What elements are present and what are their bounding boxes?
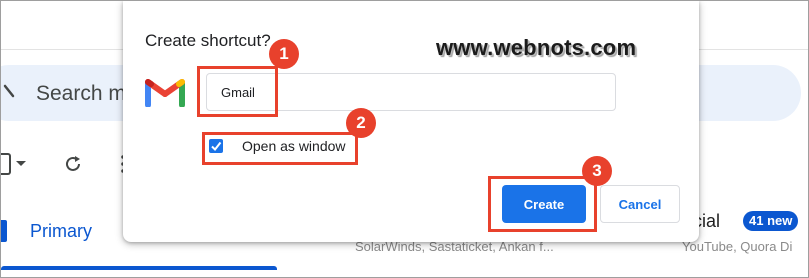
gmail-logo-icon (145, 79, 185, 107)
social-tab-snippet: YouTube, Quora Di (682, 239, 793, 254)
cancel-button[interactable]: Cancel (600, 185, 680, 223)
highlight-name-field (197, 66, 278, 117)
step-marker-1: 1 (269, 39, 299, 69)
tab-primary[interactable]: Primary (30, 221, 92, 242)
select-dropdown-icon[interactable] (16, 161, 26, 166)
dialog-title: Create shortcut? (145, 31, 271, 50)
watermark: www.webnots.com (436, 35, 637, 60)
social-new-badge: 41 new (743, 211, 799, 231)
primary-tab-indicator (1, 266, 277, 270)
step-marker-2: 2 (346, 108, 376, 138)
highlight-open-as-window (202, 132, 358, 165)
select-all-checkbox[interactable] (1, 153, 11, 175)
highlight-create-button (488, 176, 597, 232)
screenshot-frame: Search m Primary SolarWinds, Sastaticket… (0, 0, 809, 278)
search-placeholder: Search m (36, 82, 126, 105)
primary-tab-icon (1, 220, 7, 242)
step-marker-3: 3 (582, 156, 612, 186)
search-icon (3, 84, 15, 98)
refresh-icon[interactable] (63, 154, 83, 174)
